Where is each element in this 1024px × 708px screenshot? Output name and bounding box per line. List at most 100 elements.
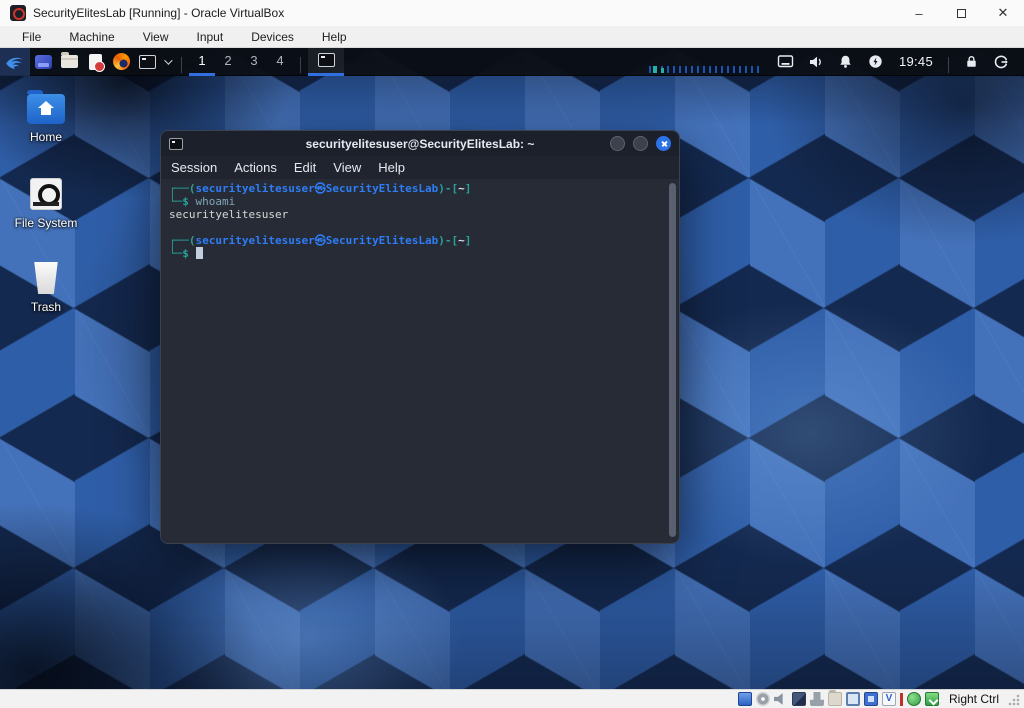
workspace-button-3[interactable]: 3 [241, 48, 267, 76]
activity-graph [648, 66, 761, 73]
vbox-statusbar: V Right Ctrl [0, 689, 1024, 708]
display-glyph [778, 55, 794, 68]
vm-display[interactable]: 1 2 3 4 19:45 Home File System Trash sec… [0, 48, 1024, 689]
desktop-icon-trash[interactable]: Trash [7, 262, 85, 314]
kali-dragon-glyph [6, 57, 24, 69]
window-title: SecurityElitesLab [Running] - Oracle Vir… [33, 6, 285, 20]
desktop-glyph [34, 54, 52, 69]
file-manager-icon[interactable] [56, 48, 82, 76]
text-editor-icon[interactable] [82, 48, 108, 76]
notifications-icon[interactable] [831, 48, 861, 76]
shared-folders-icon[interactable] [827, 690, 842, 706]
clock[interactable]: 19:45 [891, 54, 941, 69]
prompt-line: ┌──(securityelitesuser㉿SecurityElitesLab… [169, 182, 472, 195]
desktop-icon-label: Home [29, 130, 62, 144]
terminal-menu-edit[interactable]: Edit [294, 160, 316, 175]
hard-disks-icon[interactable] [737, 692, 752, 706]
terminal-icon [169, 137, 183, 150]
terminal-scrollbar[interactable] [669, 183, 676, 537]
workspace-button-2[interactable]: 2 [215, 48, 241, 76]
panel-tray: 19:45 [648, 48, 1024, 76]
prompt-line: ┌──(securityelitesuser㉿SecurityElitesLab… [169, 234, 472, 247]
lock-icon[interactable] [956, 48, 986, 76]
editor-glyph [88, 53, 105, 72]
features-indicator-bar [899, 692, 903, 706]
terminal-window-icon [317, 53, 335, 67]
virtualbox-window: SecurityElitesLab [Running] - Oracle Vir… [0, 0, 1024, 708]
terminal-content[interactable]: ┌──(securityelitesuser㉿SecurityElitesLab… [161, 179, 679, 543]
desktop-icon-file-system[interactable]: File System [7, 178, 85, 230]
workspace-button-4[interactable]: 4 [267, 48, 293, 76]
show-desktop-icon[interactable] [30, 48, 56, 76]
volume-icon[interactable] [801, 48, 831, 76]
home-glyph [38, 101, 54, 115]
command-output: securityelitesuser [169, 208, 289, 221]
panel-spacer [344, 48, 649, 75]
terminal-menubar: Session Actions Edit View Help [161, 156, 679, 179]
menu-help[interactable]: Help [308, 26, 361, 48]
terminal-launcher-icon[interactable] [134, 48, 160, 76]
desktop-icon-home[interactable]: Home [7, 90, 85, 144]
logout-icon[interactable] [986, 48, 1016, 76]
terminal-window-buttons [610, 136, 671, 151]
resize-grip[interactable] [1007, 692, 1020, 706]
file-system-icon [30, 178, 62, 210]
bell-glyph [840, 55, 852, 68]
logout-glyph [994, 55, 1008, 68]
display-icon[interactable] [771, 48, 801, 76]
terminal-minimize-button[interactable] [610, 136, 625, 151]
recording-icon[interactable] [863, 692, 878, 706]
chevron-glyph [164, 55, 173, 65]
terminal-menu-view[interactable]: View [333, 160, 361, 175]
power-icon[interactable] [861, 48, 891, 76]
close-button[interactable]: ✕ [982, 0, 1024, 26]
terminal-menu-help[interactable]: Help [378, 160, 405, 175]
optical-drives-icon[interactable] [755, 692, 770, 706]
chevron-down-icon[interactable] [160, 48, 174, 76]
trash-icon [34, 262, 58, 294]
window-controls: – ✕ [898, 0, 1024, 26]
minimize-button[interactable]: – [898, 0, 940, 26]
menu-machine[interactable]: Machine [55, 26, 128, 48]
menu-file[interactable]: File [8, 26, 55, 48]
maximize-button[interactable] [940, 0, 982, 26]
features-icon[interactable]: V [881, 692, 896, 706]
panel-separator [181, 56, 182, 73]
desktop-icon-label: File System [14, 216, 78, 230]
typed-command: whoami [195, 195, 236, 208]
audio-icon[interactable] [773, 693, 783, 705]
command-line: └─$ whoami [169, 195, 236, 208]
host-key-label: Right Ctrl [948, 692, 999, 706]
terminal-close-button[interactable] [656, 136, 671, 151]
kali-menu-icon[interactable] [0, 48, 30, 76]
terminal-cursor [195, 247, 203, 259]
terminal-maximize-button[interactable] [633, 136, 648, 151]
vbox-titlebar[interactable]: SecurityElitesLab [Running] - Oracle Vir… [0, 0, 1024, 26]
usb-icon[interactable] [809, 692, 824, 706]
menu-input[interactable]: Input [183, 26, 238, 48]
terminal-window: securityelitesuser@SecurityElitesLab: ~ … [160, 130, 680, 544]
speaker-glyph [809, 56, 821, 67]
terminal-titlebar[interactable]: securityelitesuser@SecurityElitesLab: ~ [161, 131, 679, 156]
terminal-title: securityelitesuser@SecurityElitesLab: ~ [305, 136, 535, 151]
virtualbox-app-icon [10, 5, 26, 21]
terminal-menu-session[interactable]: Session [171, 160, 217, 175]
terminal-glyph [138, 54, 156, 69]
mouse-integration-icon[interactable] [906, 692, 921, 706]
workspace-button-1[interactable]: 1 [189, 48, 215, 76]
command-line: └─$ [169, 247, 671, 260]
firefox-glyph [112, 53, 130, 70]
keyboard-icon[interactable] [924, 692, 939, 706]
panel-left: 1 2 3 4 [0, 48, 344, 76]
network-icon[interactable] [791, 692, 806, 706]
menu-view[interactable]: View [129, 26, 183, 48]
taskbar-terminal-button[interactable] [308, 48, 344, 76]
kali-panel: 1 2 3 4 19:45 [0, 48, 1024, 76]
menu-devices[interactable]: Devices [237, 26, 308, 48]
desktop-icon-label: Trash [30, 300, 62, 314]
home-folder-icon [27, 90, 65, 124]
display-icon[interactable] [845, 692, 860, 706]
firefox-icon[interactable] [108, 48, 134, 76]
terminal-menu-actions[interactable]: Actions [234, 160, 277, 175]
